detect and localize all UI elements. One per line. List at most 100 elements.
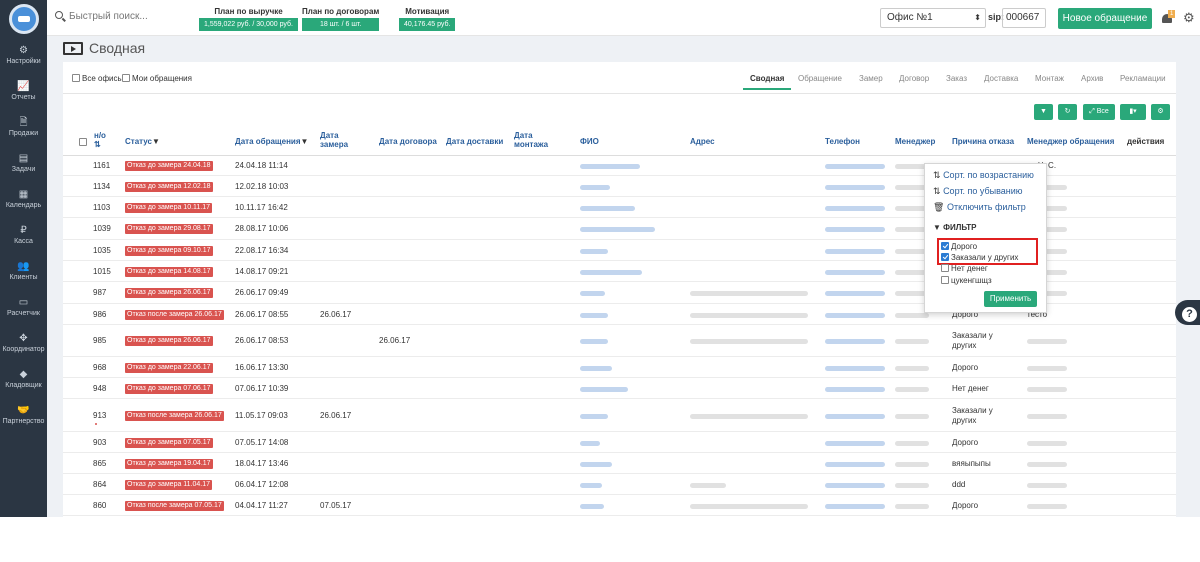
office-select[interactable]: Офис №1 ⬍ — [880, 8, 986, 28]
logo[interactable] — [8, 4, 39, 34]
sidebar-item[interactable]: ₽ Касса — [0, 220, 47, 256]
all-offices-checkbox[interactable]: Все офисы — [72, 74, 123, 83]
tab-installation[interactable]: Монтаж — [1035, 70, 1064, 88]
client-name-redacted[interactable] — [580, 462, 612, 467]
sort-descending-link[interactable]: ⇅ Сорт. по убыванию — [933, 186, 1023, 197]
refresh-button[interactable]: ↻ — [1058, 104, 1077, 120]
phone-redacted[interactable] — [825, 414, 885, 419]
help-button[interactable]: ? — [1175, 300, 1200, 325]
tab-measure[interactable]: Замер — [859, 70, 883, 88]
search-input[interactable]: Быстрый поиск... — [69, 11, 148, 22]
client-name-redacted[interactable] — [580, 387, 628, 392]
sidebar-item[interactable]: 🤝 Партнерство — [0, 400, 47, 436]
sidebar-item[interactable]: ◆ Кладовщик — [0, 364, 47, 400]
table-row[interactable]: 865 Отказ до замера 19.04.17 18.04.17 13:4… — [63, 453, 1176, 474]
checkbox[interactable] — [941, 276, 949, 284]
sip-select[interactable]: 000667 — [1002, 8, 1046, 28]
apply-filter-button[interactable]: Применить — [984, 291, 1037, 307]
sidebar-item[interactable]: ▤ Задачи — [0, 148, 47, 184]
phone-redacted[interactable] — [825, 483, 885, 488]
sidebar-item[interactable]: ▦ Календарь — [0, 184, 47, 220]
client-name-redacted[interactable] — [580, 206, 635, 211]
col-no[interactable]: н/о ⇅ — [94, 131, 106, 149]
col-manager[interactable]: Менеджер — [895, 137, 935, 146]
checkbox[interactable] — [72, 74, 80, 82]
checkbox[interactable] — [941, 242, 949, 250]
col-date-request[interactable]: Дата обращения▼ — [235, 137, 308, 146]
phone-redacted[interactable] — [825, 164, 885, 169]
filter-icon[interactable]: ▼ — [301, 137, 309, 146]
table-row[interactable]: 913 Отказ после замера 26.06.17 11.05.17 0… — [63, 399, 1176, 432]
sidebar-item[interactable]: 📈 Отчеты — [0, 76, 47, 112]
tab-order[interactable]: Заказ — [946, 70, 967, 88]
filter-icon[interactable]: ▼ — [152, 137, 160, 146]
table-row[interactable]: 860 Отказ после замера 07.05.17 04.04.17 1… — [63, 495, 1176, 516]
notifications-button[interactable]: 1 — [1162, 10, 1176, 24]
sidebar-item[interactable]: ⚙ Настройки — [0, 40, 47, 76]
phone-redacted[interactable] — [825, 387, 885, 392]
col-phone[interactable]: Телефон — [825, 137, 860, 146]
client-name-redacted[interactable] — [580, 291, 605, 296]
tab-contract[interactable]: Договор — [899, 70, 929, 88]
export-button[interactable]: ▮▾ — [1120, 104, 1146, 120]
tab-archive[interactable]: Архив — [1081, 70, 1103, 88]
phone-redacted[interactable] — [825, 206, 885, 211]
sidebar-item[interactable]: ✥ Координатор — [0, 328, 47, 364]
phone-redacted[interactable] — [825, 227, 885, 232]
col-date-measure[interactable]: Дата замера — [320, 131, 360, 149]
table-row[interactable]: 903 Отказ до замера 07.05.17 07.05.17 14:0… — [63, 432, 1176, 453]
client-name-redacted[interactable] — [580, 227, 655, 232]
col-fio[interactable]: ФИО — [580, 137, 599, 146]
sidebar-item[interactable]: 👥 Клиенты — [0, 256, 47, 292]
table-row[interactable]: 968 Отказ до замера 22.06.17 16.06.17 13:3… — [63, 357, 1176, 378]
phone-redacted[interactable] — [825, 291, 885, 296]
client-name-redacted[interactable] — [580, 414, 608, 419]
checkbox[interactable] — [122, 74, 130, 82]
filter-option[interactable]: Дорого — [941, 242, 977, 251]
client-name-redacted[interactable] — [580, 366, 612, 371]
disable-filter-link[interactable]: 🗑 Отключить фильтр — [933, 202, 1026, 213]
filter-option[interactable]: цукенгшщз — [941, 276, 992, 285]
phone-redacted[interactable] — [825, 504, 885, 509]
col-status[interactable]: Статус▼ — [125, 137, 160, 146]
expand-all-button[interactable]: ⤢ Все — [1083, 104, 1115, 120]
sidebar-item[interactable]: 🗎 Продажи — [0, 112, 47, 148]
client-name-redacted[interactable] — [580, 164, 640, 169]
col-request-manager[interactable]: Менеджер обращения — [1027, 137, 1114, 146]
phone-redacted[interactable] — [825, 313, 885, 318]
checkbox[interactable] — [941, 264, 949, 272]
select-all-checkbox[interactable] — [79, 138, 87, 146]
col-date-install[interactable]: Дата монтажа — [514, 131, 554, 149]
col-date-delivery[interactable]: Дата доставки — [446, 137, 503, 146]
col-reason[interactable]: Причина отказа — [952, 137, 1014, 146]
sidebar-item[interactable]: ▭ Расчетчик — [0, 292, 47, 328]
table-settings-button[interactable]: ⚙ — [1151, 104, 1170, 120]
col-address[interactable]: Адрес — [690, 137, 715, 146]
client-name-redacted[interactable] — [580, 504, 604, 509]
table-row[interactable]: 948 Отказ до замера 07.06.17 07.06.17 10:3… — [63, 378, 1176, 399]
quick-search[interactable]: Быстрый поиск... — [55, 11, 148, 22]
tab-request[interactable]: Обращение — [798, 70, 842, 88]
tab-summary[interactable]: Сводная — [743, 70, 792, 90]
client-name-redacted[interactable] — [580, 270, 642, 275]
client-name-redacted[interactable] — [580, 185, 610, 190]
filter-option[interactable]: Заказали у других — [941, 253, 1018, 262]
phone-redacted[interactable] — [825, 339, 885, 344]
table-row[interactable]: 985 Отказ до замера 26.06.17 26.06.17 08:5… — [63, 325, 1176, 357]
client-name-redacted[interactable] — [580, 313, 608, 318]
phone-redacted[interactable] — [825, 249, 885, 254]
settings-gear-icon[interactable]: ⚙ — [1183, 10, 1195, 26]
phone-redacted[interactable] — [825, 366, 885, 371]
client-name-redacted[interactable] — [580, 249, 608, 254]
new-request-button[interactable]: Новое обращение — [1058, 8, 1152, 29]
checkbox[interactable] — [941, 253, 949, 261]
client-name-redacted[interactable] — [580, 483, 602, 488]
filter-button[interactable]: ▼ — [1034, 104, 1053, 120]
phone-redacted[interactable] — [825, 462, 885, 467]
phone-redacted[interactable] — [825, 270, 885, 275]
filter-option[interactable]: Нет денег — [941, 264, 988, 273]
client-name-redacted[interactable] — [580, 339, 608, 344]
my-requests-checkbox[interactable]: Мои обращения — [122, 74, 192, 83]
tab-complaints[interactable]: Рекламации — [1120, 70, 1166, 88]
table-row[interactable]: 864 Отказ до замера 11.04.17 06.04.17 12:0… — [63, 474, 1176, 495]
